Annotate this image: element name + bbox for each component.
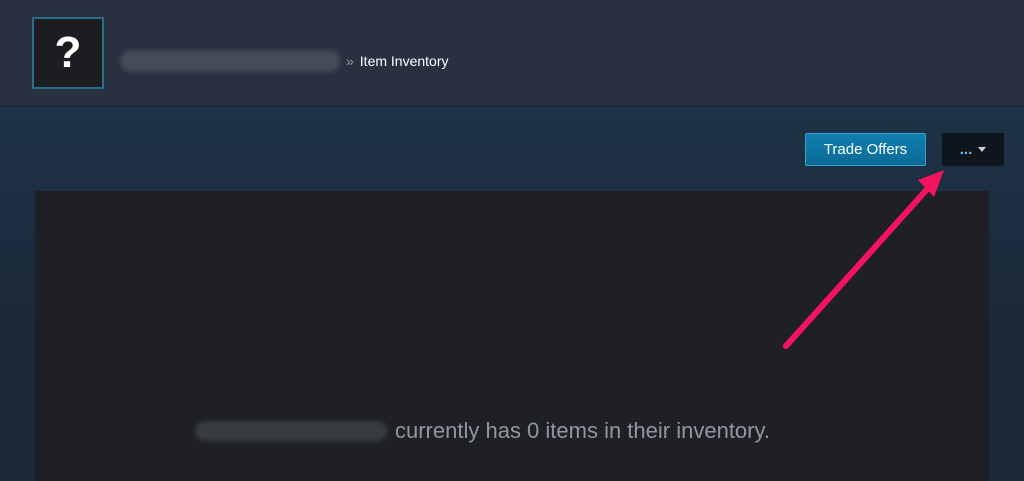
avatar[interactable]: ? [32, 17, 104, 89]
more-options-button[interactable]: ... [942, 133, 1004, 166]
trade-offers-button[interactable]: Trade Offers [805, 133, 926, 166]
empty-inventory-message: currently has 0 items in their inventory… [195, 416, 770, 446]
page-title: Item Inventory [359, 53, 449, 69]
breadcrumb: » Item Inventory [120, 48, 449, 74]
profile-header: ? » Item Inventory [0, 0, 1024, 106]
question-mark-icon: ? [54, 28, 82, 77]
breadcrumb-separator: » [346, 53, 354, 69]
empty-inventory-text: currently has 0 items in their inventory… [395, 418, 770, 443]
trade-offers-label: Trade Offers [823, 141, 908, 158]
profile-name-redacted [195, 421, 387, 441]
caret-down-icon [978, 147, 987, 152]
profile-name-link[interactable] [120, 50, 340, 72]
more-options-label: ... [959, 141, 973, 158]
